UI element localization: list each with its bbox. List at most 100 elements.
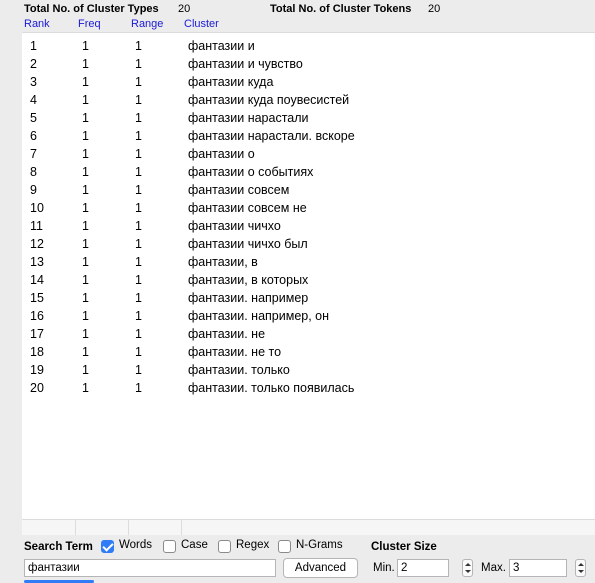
table-row[interactable]: 11 1 1 фантазии чичхо bbox=[22, 217, 595, 235]
cluster-cell: фантазии совсем не bbox=[188, 201, 307, 215]
table-header: Rank Freq Range Cluster bbox=[22, 17, 595, 32]
cluster-cell: фантазии куда поувесистей bbox=[188, 93, 350, 107]
table-row[interactable]: 4 1 1 фантазии куда поувесистей bbox=[22, 91, 595, 109]
min-label: Min. bbox=[373, 562, 395, 574]
rank-cell: 14 bbox=[30, 273, 44, 287]
words-label[interactable]: Words bbox=[119, 539, 152, 551]
table-row[interactable]: 14 1 1 фантазии, в которых bbox=[22, 271, 595, 289]
table-row[interactable]: 16 1 1 фантазии. например, он bbox=[22, 307, 595, 325]
freq-cell: 1 bbox=[82, 75, 89, 89]
cluster-tokens-value: 20 bbox=[428, 3, 441, 15]
table-footer bbox=[22, 519, 595, 535]
rank-cell: 6 bbox=[30, 129, 37, 143]
cluster-cell: фантазии. не bbox=[188, 327, 266, 341]
cluster-cell: фантазии нарастали. вскоре bbox=[188, 129, 355, 143]
rank-cell: 8 bbox=[30, 165, 37, 179]
table-row[interactable]: 17 1 1 фантазии. не bbox=[22, 325, 595, 343]
freq-cell: 1 bbox=[82, 147, 89, 161]
max-stepper[interactable] bbox=[575, 559, 586, 577]
table-row[interactable]: 10 1 1 фантазии совсем не bbox=[22, 199, 595, 217]
cluster-cell: фантазии и чувство bbox=[188, 57, 303, 71]
range-cell: 1 bbox=[135, 291, 142, 305]
rank-cell: 19 bbox=[30, 363, 44, 377]
range-cell: 1 bbox=[135, 273, 142, 287]
header-freq[interactable]: Freq bbox=[78, 18, 101, 30]
freq-cell: 1 bbox=[82, 39, 89, 53]
rank-cell: 17 bbox=[30, 327, 44, 341]
freq-cell: 1 bbox=[82, 201, 89, 215]
cluster-cell: фантазии. например bbox=[188, 291, 309, 305]
cluster-cell: фантазии нарастали bbox=[188, 111, 309, 125]
case-checkbox[interactable] bbox=[163, 540, 176, 553]
table-row[interactable]: 5 1 1 фантазии нарастали bbox=[22, 109, 595, 127]
header-rank[interactable]: Rank bbox=[24, 18, 50, 30]
header-range[interactable]: Range bbox=[131, 18, 163, 30]
freq-cell: 1 bbox=[82, 57, 89, 71]
freq-cell: 1 bbox=[82, 111, 89, 125]
rank-cell: 11 bbox=[30, 219, 43, 233]
rank-cell: 4 bbox=[30, 93, 37, 107]
range-cell: 1 bbox=[135, 147, 142, 161]
header-cluster[interactable]: Cluster bbox=[184, 18, 219, 30]
cluster-types-label: Total No. of Cluster Types bbox=[24, 3, 159, 15]
range-cell: 1 bbox=[135, 309, 142, 323]
table-row[interactable]: 20 1 1 фантазии. только появилась bbox=[22, 379, 595, 397]
range-cell: 1 bbox=[135, 327, 142, 341]
freq-cell: 1 bbox=[82, 183, 89, 197]
rank-cell: 1 bbox=[30, 39, 37, 53]
advanced-button[interactable]: Advanced bbox=[283, 558, 358, 578]
cluster-cell: фантазии о bbox=[188, 147, 255, 161]
table-row[interactable]: 13 1 1 фантазии, в bbox=[22, 253, 595, 271]
table-row[interactable]: 3 1 1 фантазии куда bbox=[22, 73, 595, 91]
table-row[interactable]: 1 1 1 фантазии и bbox=[22, 37, 595, 55]
cluster-cell: фантазии куда bbox=[188, 75, 274, 89]
table-row[interactable]: 19 1 1 фантазии. только bbox=[22, 361, 595, 379]
freq-cell: 1 bbox=[82, 345, 89, 359]
freq-cell: 1 bbox=[82, 165, 89, 179]
table-row[interactable]: 12 1 1 фантазии чичхо был bbox=[22, 235, 595, 253]
regex-label[interactable]: Regex bbox=[236, 539, 269, 551]
min-stepper[interactable] bbox=[462, 559, 473, 577]
min-input[interactable]: 2 bbox=[397, 559, 449, 577]
search-term-input[interactable]: фантазии bbox=[24, 559, 276, 577]
rank-cell: 3 bbox=[30, 75, 37, 89]
range-cell: 1 bbox=[135, 201, 142, 215]
words-checkbox[interactable] bbox=[101, 540, 114, 553]
ngrams-label[interactable]: N-Grams bbox=[296, 539, 343, 551]
cluster-cell: фантазии и bbox=[188, 39, 255, 53]
search-term-label: Search Term bbox=[24, 541, 93, 553]
table-row[interactable]: 6 1 1 фантазии нарастали. вскоре bbox=[22, 127, 595, 145]
range-cell: 1 bbox=[135, 57, 142, 71]
ngrams-checkbox[interactable] bbox=[278, 540, 291, 553]
cluster-cell: фантазии чичхо был bbox=[188, 237, 308, 251]
max-input[interactable]: 3 bbox=[509, 559, 567, 577]
search-bar: Search Term Words Case Regex N-Grams Clu… bbox=[0, 534, 595, 583]
table-row[interactable]: 15 1 1 фантазии. например bbox=[22, 289, 595, 307]
table-row[interactable]: 8 1 1 фантазии о событиях bbox=[22, 163, 595, 181]
range-cell: 1 bbox=[135, 381, 142, 395]
freq-cell: 1 bbox=[82, 327, 89, 341]
rank-cell: 12 bbox=[30, 237, 44, 251]
table-row[interactable]: 18 1 1 фантазии. не то bbox=[22, 343, 595, 361]
table-row[interactable]: 2 1 1 фантазии и чувство bbox=[22, 55, 595, 73]
cluster-cell: фантазии о событиях bbox=[188, 165, 314, 179]
summary-bar: Total No. of Cluster Types 20 Total No. … bbox=[0, 0, 595, 17]
rank-cell: 7 bbox=[30, 147, 37, 161]
regex-checkbox[interactable] bbox=[218, 540, 231, 553]
range-cell: 1 bbox=[135, 75, 142, 89]
rank-cell: 2 bbox=[30, 57, 37, 71]
range-cell: 1 bbox=[135, 237, 142, 251]
range-cell: 1 bbox=[135, 165, 142, 179]
freq-cell: 1 bbox=[82, 255, 89, 269]
table-row[interactable]: 7 1 1 фантазии о bbox=[22, 145, 595, 163]
case-label[interactable]: Case bbox=[181, 539, 208, 551]
cluster-size-label: Cluster Size bbox=[371, 541, 437, 553]
freq-cell: 1 bbox=[82, 309, 89, 323]
range-cell: 1 bbox=[135, 183, 142, 197]
range-cell: 1 bbox=[135, 93, 142, 107]
results-table[interactable]: 1 1 1 фантазии и 2 1 1 фантазии и чувство 3 1 1 фан… bbox=[22, 32, 595, 520]
rank-cell: 18 bbox=[30, 345, 44, 359]
freq-cell: 1 bbox=[82, 93, 89, 107]
range-cell: 1 bbox=[135, 255, 142, 269]
table-row[interactable]: 9 1 1 фантазии совсем bbox=[22, 181, 595, 199]
